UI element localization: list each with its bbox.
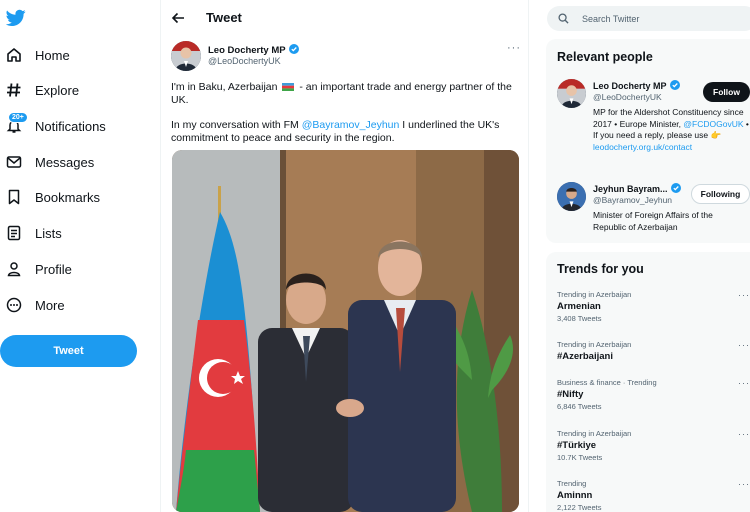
trend-count: 10.7K Tweets xyxy=(557,453,603,462)
trend-more-icon[interactable]: ··· xyxy=(738,340,750,350)
azerbaijan-flag-icon xyxy=(282,83,295,91)
trend-context: Trending xyxy=(557,479,587,488)
trends-card: Trends for you Trending in Azerbaijan Ar… xyxy=(546,252,750,512)
trend-name: #Türkiye xyxy=(557,440,597,451)
trend-context: Business & finance · Trending xyxy=(557,378,657,387)
follow-button[interactable]: Follow xyxy=(703,82,750,102)
trend-more-icon[interactable]: ··· xyxy=(738,290,750,300)
person-name-jeyhun[interactable]: Jeyhun Bayram... xyxy=(593,183,681,194)
nav-label-home: Home xyxy=(35,47,70,63)
verified-badge-icon xyxy=(669,80,680,90)
tweet-text-1a: I'm in Baku, Azerbaijan xyxy=(171,81,278,93)
tweet-button[interactable]: Tweet xyxy=(0,335,137,367)
verified-badge-icon xyxy=(670,183,681,193)
search-input[interactable]: Search Twitter xyxy=(582,14,639,24)
author-name[interactable]: Leo Docherty MP xyxy=(208,44,299,56)
tweet-text: I'm in Baku, Azerbaijan - an important t… xyxy=(171,81,521,157)
tweet-photo[interactable] xyxy=(172,150,519,512)
bell-icon: 20+ xyxy=(6,112,28,134)
verified-badge-icon xyxy=(288,44,299,54)
main-column: Tweet Leo Docherty MP @LeoDochertyUK ···… xyxy=(160,0,529,512)
tweet-more-icon[interactable]: ··· xyxy=(507,42,521,54)
notification-badge: 20+ xyxy=(8,112,28,123)
trend-item[interactable]: Trending in Azerbaijan #Türkiye 10.7K Tw… xyxy=(557,429,750,462)
nav-item-lists[interactable]: Lists xyxy=(6,219,62,247)
trend-context: Trending in Azerbaijan xyxy=(557,429,632,438)
trend-context: Trending in Azerbaijan xyxy=(557,290,632,299)
author-avatar[interactable] xyxy=(171,41,201,71)
relevant-people-title: Relevant people xyxy=(557,50,653,64)
nav-label-profile: Profile xyxy=(35,261,72,277)
nav-label-messages: Messages xyxy=(35,154,95,170)
nav-item-profile[interactable]: Profile xyxy=(6,255,72,283)
trend-more-icon[interactable]: ··· xyxy=(738,378,750,388)
person-name-leo-text: Leo Docherty MP xyxy=(593,81,667,91)
trend-name: Aminnn xyxy=(557,490,593,501)
nav-label-more: More xyxy=(35,297,65,313)
relevant-people-card: Relevant people Leo Docherty MP @LeoDoch… xyxy=(546,39,750,243)
nav-label-bookmarks: Bookmarks xyxy=(35,189,101,205)
author-handle[interactable]: @LeoDochertyUK xyxy=(208,56,281,66)
mention-link[interactable]: @Bayramov_Jeyhun xyxy=(302,119,400,131)
trend-name: #Nifty xyxy=(557,389,584,400)
trend-item[interactable]: Trending Aminnn 2,122 Tweets xyxy=(557,479,750,512)
following-button[interactable]: Following xyxy=(691,184,750,204)
trend-more-icon[interactable]: ··· xyxy=(738,479,750,489)
bio-mention-link[interactable]: @FCDOGovUK xyxy=(683,119,743,129)
back-arrow-icon[interactable] xyxy=(171,11,185,25)
nav-label-notifications: Notifications xyxy=(35,118,106,134)
list-icon xyxy=(6,225,22,241)
twitter-bird-icon[interactable] xyxy=(6,9,26,27)
search-box[interactable]: Search Twitter xyxy=(547,6,750,31)
left-nav: Home Explore 20+ Notifications Messages … xyxy=(0,0,160,512)
tweet-paragraph-1: I'm in Baku, Azerbaijan - an important t… xyxy=(171,81,521,107)
person-handle-jeyhun[interactable]: @Bayramov_Jeyhun xyxy=(593,195,672,205)
tweet-paragraph-2: In my conversation with FM @Bayramov_Jey… xyxy=(171,119,521,145)
trend-item[interactable]: Trending in Azerbaijan Armenian 3,408 Tw… xyxy=(557,290,750,323)
nav-item-explore[interactable]: Explore xyxy=(6,76,79,104)
nav-item-bookmarks[interactable]: Bookmarks xyxy=(6,183,100,211)
person-icon xyxy=(6,261,22,277)
trends-title: Trends for you xyxy=(557,262,644,276)
nav-item-more[interactable]: More xyxy=(6,291,65,319)
nav-label-lists: Lists xyxy=(35,225,62,241)
envelope-icon xyxy=(6,154,22,170)
trend-name: Armenian xyxy=(557,301,601,312)
person-bio-jeyhun: Minister of Foreign Affairs of the Repub… xyxy=(593,210,713,232)
person-name-jeyhun-text: Jeyhun Bayram... xyxy=(593,184,668,194)
trend-more-icon[interactable]: ··· xyxy=(738,429,750,439)
tweet-text-2a: In my conversation with FM xyxy=(171,119,299,131)
person-name-leo[interactable]: Leo Docherty MP xyxy=(593,80,680,91)
bio-website-link[interactable]: leodocherty.org.uk/contact xyxy=(593,142,692,152)
nav-item-home[interactable]: Home xyxy=(6,41,70,69)
trend-count: 6,846 Tweets xyxy=(557,402,602,411)
tweet-photo-image xyxy=(172,150,519,512)
hashtag-icon xyxy=(6,82,22,98)
nav-item-messages[interactable]: Messages xyxy=(6,148,94,176)
trend-count: 3,408 Tweets xyxy=(557,314,602,323)
person-handle-leo[interactable]: @LeoDochertyUK xyxy=(593,92,662,102)
right-sidebar: Search Twitter Relevant people Leo Doche… xyxy=(530,0,750,512)
trend-item[interactable]: Trending in Azerbaijan #Azerbaijani xyxy=(557,340,750,362)
nav-label-explore: Explore xyxy=(35,82,80,98)
person-bio-leo: MP for the Aldershot Constituency since … xyxy=(593,107,750,153)
home-icon xyxy=(6,47,22,63)
trend-item[interactable]: Business & finance · Trending #Nifty 6,8… xyxy=(557,378,750,411)
main-header: Tweet xyxy=(161,0,528,36)
nav-item-notifications[interactable]: 20+ Notifications xyxy=(6,112,106,140)
search-icon xyxy=(558,13,569,24)
bookmark-icon xyxy=(6,189,22,205)
trend-context: Trending in Azerbaijan xyxy=(557,340,632,349)
page-title: Tweet xyxy=(206,10,242,25)
trend-name: #Azerbaijani xyxy=(557,351,613,362)
person-avatar-leo[interactable] xyxy=(557,79,586,108)
author-name-text: Leo Docherty MP xyxy=(208,45,286,56)
trend-count: 2,122 Tweets xyxy=(557,503,602,512)
more-circle-icon xyxy=(6,297,22,313)
person-avatar-jeyhun[interactable] xyxy=(557,182,586,211)
